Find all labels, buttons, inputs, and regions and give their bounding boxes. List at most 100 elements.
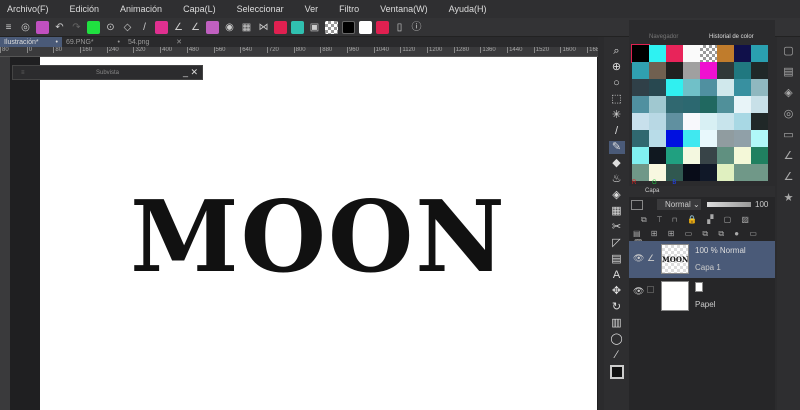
redo-icon[interactable]: ↷ — [70, 21, 83, 34]
menu-filtro[interactable]: Filtro — [339, 4, 359, 14]
color-swatch[interactable] — [649, 164, 666, 181]
zoom-icon[interactable]: ⊙ — [104, 21, 117, 34]
color-swatch[interactable] — [632, 130, 649, 147]
eraser-icon[interactable]: ◇ — [121, 21, 134, 34]
color-swatch[interactable] — [631, 44, 650, 63]
ruler-settings-panel-icon[interactable]: ∠ — [781, 171, 797, 184]
gradient-icon[interactable]: ▤ — [609, 253, 625, 266]
layers-icon[interactable]: ◈ — [781, 87, 797, 100]
tab-69png[interactable]: 69.PNG* • — [62, 37, 124, 47]
color-swatch[interactable] — [734, 62, 751, 79]
material-icon[interactable] — [36, 20, 49, 34]
balloon-icon[interactable]: ◯ — [609, 333, 625, 346]
layer-search-icon[interactable]: ◎ — [781, 108, 797, 121]
color-swatch[interactable] — [666, 62, 683, 79]
pen-tool-icon[interactable]: ✎ — [608, 141, 625, 154]
color-swatch[interactable] — [734, 45, 751, 62]
visibility-eye-icon[interactable]: 👁 — [633, 286, 644, 297]
pattern-icon[interactable] — [206, 20, 219, 34]
color-swatch[interactable] — [734, 113, 751, 130]
color-swatch[interactable] — [666, 45, 683, 62]
move-tool-icon[interactable]: ⊕ — [609, 61, 625, 74]
color-swatch[interactable] — [700, 130, 717, 147]
color-swatch[interactable] — [683, 113, 700, 130]
subview-window[interactable]: ≡ Subvista _ ✕ — [12, 65, 203, 80]
color-swatch[interactable] — [734, 147, 751, 164]
color-swatch[interactable] — [717, 62, 734, 79]
color-swatch[interactable] — [649, 79, 666, 96]
figure-tool-icon[interactable]: ✂ — [609, 221, 625, 234]
modified-icon[interactable]: • — [56, 39, 58, 46]
color-swatch[interactable] — [717, 130, 734, 147]
color-swatch[interactable] — [751, 79, 768, 96]
layer-props-icon[interactable]: ▢ — [781, 45, 797, 58]
gradient-tool-icon[interactable]: ▦ — [609, 205, 625, 218]
color-swatch[interactable] — [751, 62, 768, 79]
color-swatch[interactable] — [632, 164, 649, 181]
tab-ilustracion[interactable]: Ilustración* • — [0, 37, 62, 47]
layer-row-capa1[interactable]: 👁 ∠ MOON 100 % Normal Capa 1 — [629, 241, 775, 278]
move-layer-icon[interactable]: ✥ — [609, 285, 625, 298]
color-swatch[interactable] — [751, 164, 768, 181]
transparency-icon[interactable] — [155, 20, 168, 34]
ruler-icon[interactable]: ∠ — [172, 21, 185, 34]
color-swatch[interactable] — [632, 147, 649, 164]
panel-icon[interactable]: ▥ — [609, 317, 625, 330]
color-swatch[interactable] — [683, 62, 700, 79]
layer-tools-row[interactable]: ⧉ ⊤ ⊓ 🔒 ▞ ▢ ▨ — [641, 215, 753, 225]
color-swatch[interactable] — [666, 147, 683, 164]
color-swatch[interactable] — [700, 113, 717, 130]
color-swatch[interactable] — [649, 45, 666, 62]
tab-capa[interactable]: Capa — [645, 188, 659, 194]
blend-tool-icon[interactable]: ♨ — [609, 173, 625, 186]
visibility-eye-icon[interactable]: 👁 — [633, 253, 644, 264]
color-swatch[interactable] — [666, 96, 683, 113]
circle-icon[interactable]: ◉ — [223, 21, 236, 34]
menu-animacion[interactable]: Animación — [120, 4, 162, 14]
color-swatch[interactable] — [734, 164, 751, 181]
color-swatch[interactable] — [751, 96, 768, 113]
pink-color-icon[interactable] — [376, 20, 389, 34]
selection-icon[interactable] — [87, 20, 100, 34]
color-swatch[interactable] — [632, 113, 649, 130]
lock-checkbox[interactable] — [647, 286, 654, 293]
menu-archivo[interactable]: Archivo(F) — [7, 4, 49, 14]
blend-mode-select[interactable]: Normal ⌄ — [657, 199, 701, 210]
color-swatch[interactable] — [666, 79, 683, 96]
color-swatch[interactable] — [683, 96, 700, 113]
color-swatch[interactable] — [649, 147, 666, 164]
layer-color-button[interactable] — [631, 200, 643, 210]
color-swatch[interactable] — [683, 79, 700, 96]
info-icon[interactable]: ⓘ — [410, 21, 423, 34]
color-swatch[interactable] — [700, 62, 717, 79]
opacity-value[interactable]: 100 — [755, 200, 768, 209]
color-swatch[interactable] — [751, 45, 768, 62]
color-swatch[interactable] — [683, 147, 700, 164]
menu-seleccionar[interactable]: Seleccionar — [237, 4, 284, 14]
menu-ver[interactable]: Ver — [305, 4, 319, 14]
color-swatch[interactable] — [700, 147, 717, 164]
color-icon[interactable] — [274, 20, 287, 34]
color-swatch[interactable] — [649, 62, 666, 79]
ruler-settings-icon[interactable]: ∠ — [189, 21, 202, 34]
main-color-swatch[interactable] — [609, 365, 624, 379]
line-icon[interactable]: ∕ — [609, 349, 625, 362]
color-swatch[interactable] — [700, 45, 717, 62]
color-swatch[interactable] — [700, 79, 717, 96]
color-swatch[interactable] — [683, 130, 700, 147]
color-swatch[interactable] — [734, 130, 751, 147]
material-folder-icon[interactable]: ★ — [781, 192, 797, 205]
color-swatch[interactable] — [751, 113, 768, 130]
grip-icon[interactable]: ≡ — [21, 70, 25, 76]
color-swatch[interactable] — [717, 147, 734, 164]
close-icon[interactable]: ✕ — [176, 38, 182, 46]
color-swatch[interactable] — [700, 164, 717, 181]
color-swatch[interactable] — [717, 45, 734, 62]
color-swatch[interactable] — [632, 96, 649, 113]
tab-navegador[interactable]: Navegador — [649, 34, 678, 40]
tab-historial-color[interactable]: Historial de color — [709, 34, 754, 40]
texture-icon[interactable] — [291, 20, 304, 34]
device-icon[interactable]: ▯ — [393, 21, 406, 34]
color-swatch[interactable] — [700, 96, 717, 113]
menu-ayuda[interactable]: Ayuda(H) — [449, 4, 487, 14]
